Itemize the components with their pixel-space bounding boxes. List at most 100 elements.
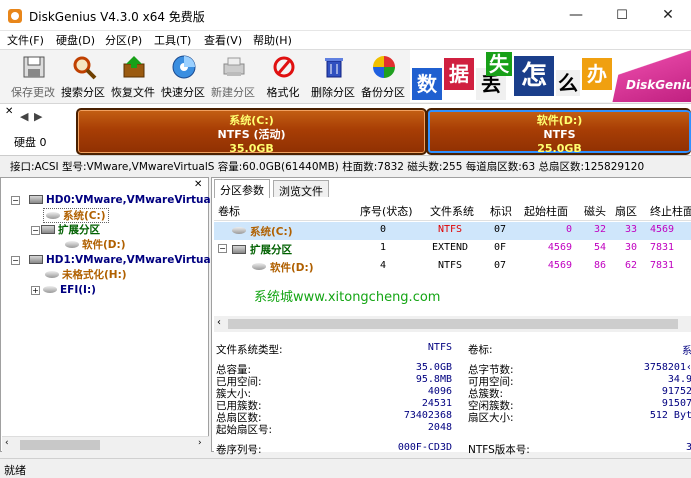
menu-partition[interactable]: 分区(P) <box>105 32 142 48</box>
partition-icon <box>65 241 79 248</box>
expand-icon[interactable]: + <box>31 286 40 295</box>
table-row[interactable]: 系统(C:) 0 NTFS 07 0 32 33 4569 <box>214 222 691 240</box>
table-cell: 07 <box>493 260 507 271</box>
collapse-icon[interactable]: − <box>31 226 40 235</box>
tab-partition-params[interactable]: 分区参数 <box>214 179 270 198</box>
banner-char: 办 <box>582 58 612 90</box>
printer-icon <box>223 57 245 76</box>
menu-view[interactable]: 查看(V) <box>204 32 242 48</box>
table-cell: 33 <box>624 224 637 235</box>
format-button[interactable]: 格式化 <box>258 51 308 101</box>
partition-block-d[interactable]: 软件(D:) NTFS 25.0GB <box>426 108 691 155</box>
tree-node[interactable]: 软件(D:) <box>65 238 126 253</box>
menu-file[interactable]: 文件(F) <box>7 32 44 48</box>
partition-fs: NTFS <box>543 128 576 141</box>
tree-node-label: 未格式化(H:) <box>62 269 127 281</box>
detail-value: 3758201‹ <box>643 362 691 373</box>
color-ball-icon <box>373 56 395 78</box>
column-header[interactable]: 终止柱面 <box>650 203 691 219</box>
column-header[interactable]: 序号(状态) <box>360 203 413 219</box>
table-row[interactable]: − 扩展分区 1 EXTEND 0F 4569 54 30 7831 <box>214 240 691 258</box>
promo-banner[interactable]: 数 据 丢 失 怎 么 办 DiskGenius <box>410 50 691 102</box>
close-icon[interactable]: ✕ <box>194 179 202 190</box>
tree-node[interactable]: HD1:VMware,VMwareVirtualS <box>29 253 222 268</box>
detail-value: 24531 <box>421 398 452 409</box>
detail-value: 73402368 <box>403 410 452 421</box>
hard-disk-icon <box>232 245 246 254</box>
tree-node[interactable]: 未格式化(H:) <box>45 268 127 283</box>
detail-label: 卷序列号: <box>216 444 262 456</box>
backup-partition-button[interactable]: 备份分区 <box>358 51 408 101</box>
close-icon[interactable]: ✕ <box>5 106 13 117</box>
column-header[interactable]: 标识 <box>490 203 512 219</box>
detail-value: 91507 <box>661 398 691 409</box>
tree-node[interactable]: 系统(C:) <box>43 208 109 223</box>
save-changes-button[interactable]: 保存更改 <box>8 51 58 101</box>
detail-value: 4096 <box>427 386 452 397</box>
disk-map-strip: ✕ ◀ ▶ 硬盘 0 系统(C:) NTFS (活动) 35.0GB 软件(D:… <box>0 104 691 156</box>
table-cell: 扩展分区 <box>250 244 292 256</box>
detail-label: 卷标: <box>468 344 493 356</box>
tree-horizontal-scrollbar[interactable]: ‹ › <box>2 436 209 452</box>
tree-node[interactable]: EFI(I:) <box>43 283 96 298</box>
close-button[interactable]: ✕ <box>645 0 691 31</box>
tab-browse-files[interactable]: 浏览文件 <box>273 180 329 198</box>
banner-char: 数 <box>412 68 442 100</box>
scrollbar-thumb[interactable] <box>228 319 678 329</box>
disk-label: 硬盘 0 <box>14 136 47 149</box>
detail-value: 95.8MB <box>415 374 452 385</box>
scroll-left-arrow-icon[interactable]: ‹ <box>217 317 221 328</box>
prev-disk-arrow-icon[interactable]: ◀ <box>20 110 28 123</box>
recover-files-button[interactable]: 恢复文件 <box>108 51 158 101</box>
menu-help[interactable]: 帮助(H) <box>253 32 292 48</box>
partition-block-c[interactable]: 系统(C:) NTFS (活动) 35.0GB <box>76 108 427 155</box>
tree-node-label: EFI(I:) <box>60 284 96 296</box>
table-cell: 7831 <box>650 242 675 253</box>
delete-partition-button[interactable]: 删除分区 <box>308 51 358 101</box>
detail-value: 91752 <box>661 386 691 397</box>
menu-tools[interactable]: 工具(T) <box>154 32 191 48</box>
table-cell: 系统(C:) <box>250 226 293 238</box>
minimize-button[interactable]: — <box>553 0 599 31</box>
table-cell: 0 <box>379 224 387 235</box>
collapse-icon[interactable]: − <box>11 196 20 205</box>
banner-char: 么 <box>556 70 580 96</box>
quick-partition-button[interactable]: 快速分区 <box>158 51 208 101</box>
column-header[interactable]: 磁头 <box>584 203 606 219</box>
hard-disk-icon <box>29 255 43 264</box>
partition-detail-panel: 分区参数 浏览文件 卷标 序号(状态) 文件系统 标识 起始柱面 磁头 扇区 终止柱面 系统(… <box>211 177 691 456</box>
tree-node-label: HD1:VMware,VMwareVirtualS <box>46 254 222 266</box>
table-cell: NTFS <box>437 224 463 235</box>
column-header[interactable]: 起始柱面 <box>524 203 568 219</box>
table-cell: 0F <box>493 242 507 253</box>
detail-value: 2048 <box>427 422 452 433</box>
banner-char: 据 <box>444 58 474 90</box>
scroll-right-arrow-icon[interactable]: › <box>198 438 202 448</box>
tree-node[interactable]: HD0:VMware,VMwareVirtualS <box>29 193 222 208</box>
column-header[interactable]: 扇区 <box>615 203 637 219</box>
scroll-left-arrow-icon[interactable]: ‹ <box>5 438 9 448</box>
tree-node-label: 软件(D:) <box>82 239 126 251</box>
table-row[interactable]: 软件(D:) 4 NTFS 07 4569 86 62 7831 <box>214 258 691 276</box>
column-header[interactable]: 卷标 <box>218 203 240 219</box>
collapse-icon[interactable]: − <box>218 244 227 253</box>
partition-table-header: 卷标 序号(状态) 文件系统 标识 起始柱面 磁头 扇区 终止柱面 <box>214 199 691 221</box>
detail-value: 系 <box>682 346 691 357</box>
title-bar: DiskGenius V4.3.0 x64 免费版 — ☐ ✕ <box>0 0 691 31</box>
column-header[interactable]: 文件系统 <box>430 203 474 219</box>
disc-icon <box>172 55 196 79</box>
table-horizontal-scrollbar[interactable]: ‹ <box>214 316 691 332</box>
status-bar: 就绪 <box>0 458 691 478</box>
search-partition-button[interactable]: 搜索分区 <box>58 51 108 101</box>
table-cell: 4569 <box>547 242 572 253</box>
menu-disk[interactable]: 硬盘(D) <box>56 32 95 48</box>
scrollbar-thumb[interactable] <box>20 440 100 450</box>
watermark-text: 系统城www.xitongcheng.com <box>254 290 441 305</box>
next-disk-arrow-icon[interactable]: ▶ <box>34 110 42 123</box>
maximize-button[interactable]: ☐ <box>599 0 645 31</box>
collapse-icon[interactable]: − <box>11 256 20 265</box>
table-cell: 0 <box>565 224 572 235</box>
new-partition-button[interactable]: 新建分区 <box>208 51 258 101</box>
partition-icon <box>45 271 59 278</box>
tree-node[interactable]: 扩展分区 <box>41 223 100 238</box>
